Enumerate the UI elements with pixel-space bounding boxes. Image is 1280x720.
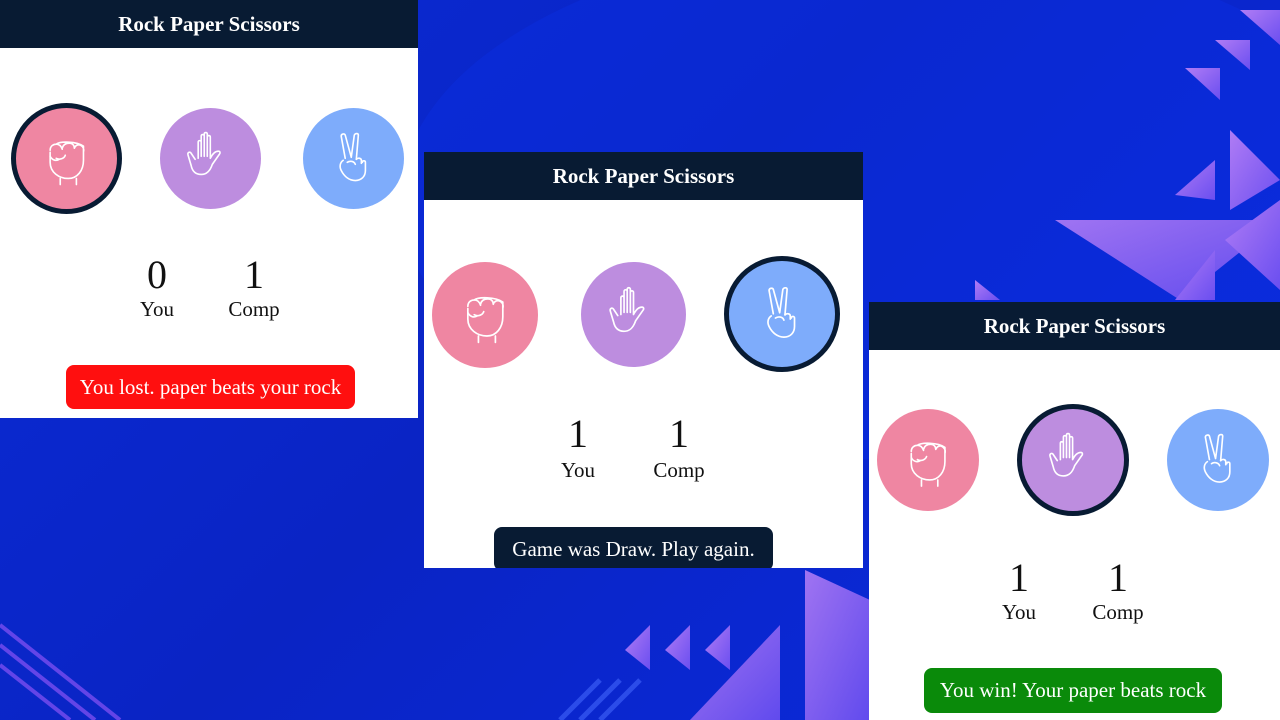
you-label: You [560,458,596,482]
result-message: Game was Draw. Play again. [494,527,773,568]
open-hand-icon [609,286,645,333]
open-hand-icon [1049,433,1084,478]
rock-button[interactable] [432,262,538,368]
you-label: You [139,297,175,321]
result-message: You win! Your paper beats rock [924,668,1222,713]
panel-title: Rock Paper Scissors [0,0,418,48]
rock-button[interactable] [11,103,122,214]
fist-icon [467,297,505,344]
you-label: You [1001,600,1037,624]
panel-title: Rock Paper Scissors [869,302,1280,350]
game-panel-3: Rock Paper Scissors 1 1 You Comp You win… [869,302,1280,720]
comp-label: Comp [653,458,705,482]
peace-hand-icon [767,287,796,339]
comp-label: Comp [228,297,280,321]
comp-score: 1 [244,252,264,297]
open-hand-icon [187,131,222,176]
paper-button[interactable] [1017,404,1129,516]
fist-icon [910,442,947,488]
comp-score: 1 [1108,555,1128,600]
fist-icon [49,141,85,186]
peace-hand-icon [1203,434,1232,484]
result-message: You lost. paper beats your rock [66,365,355,409]
rock-button[interactable] [877,409,979,511]
comp-score: 1 [669,411,689,456]
game-panel-1: Rock Paper Scissors 0 1 You Comp You los… [0,0,418,418]
paper-button[interactable] [581,262,686,367]
you-score: 1 [568,411,588,456]
comp-label: Comp [1092,600,1144,624]
you-score: 1 [1009,555,1029,600]
scissors-button[interactable] [1167,409,1269,511]
peace-hand-icon [339,132,367,182]
you-score: 0 [147,252,167,297]
paper-button[interactable] [160,108,261,209]
scissors-button[interactable] [724,256,840,372]
scissors-button[interactable] [303,108,404,209]
game-panel-2: Rock Paper Scissors 1 1 You Comp Game wa… [424,152,863,568]
panel-title: Rock Paper Scissors [424,152,863,200]
